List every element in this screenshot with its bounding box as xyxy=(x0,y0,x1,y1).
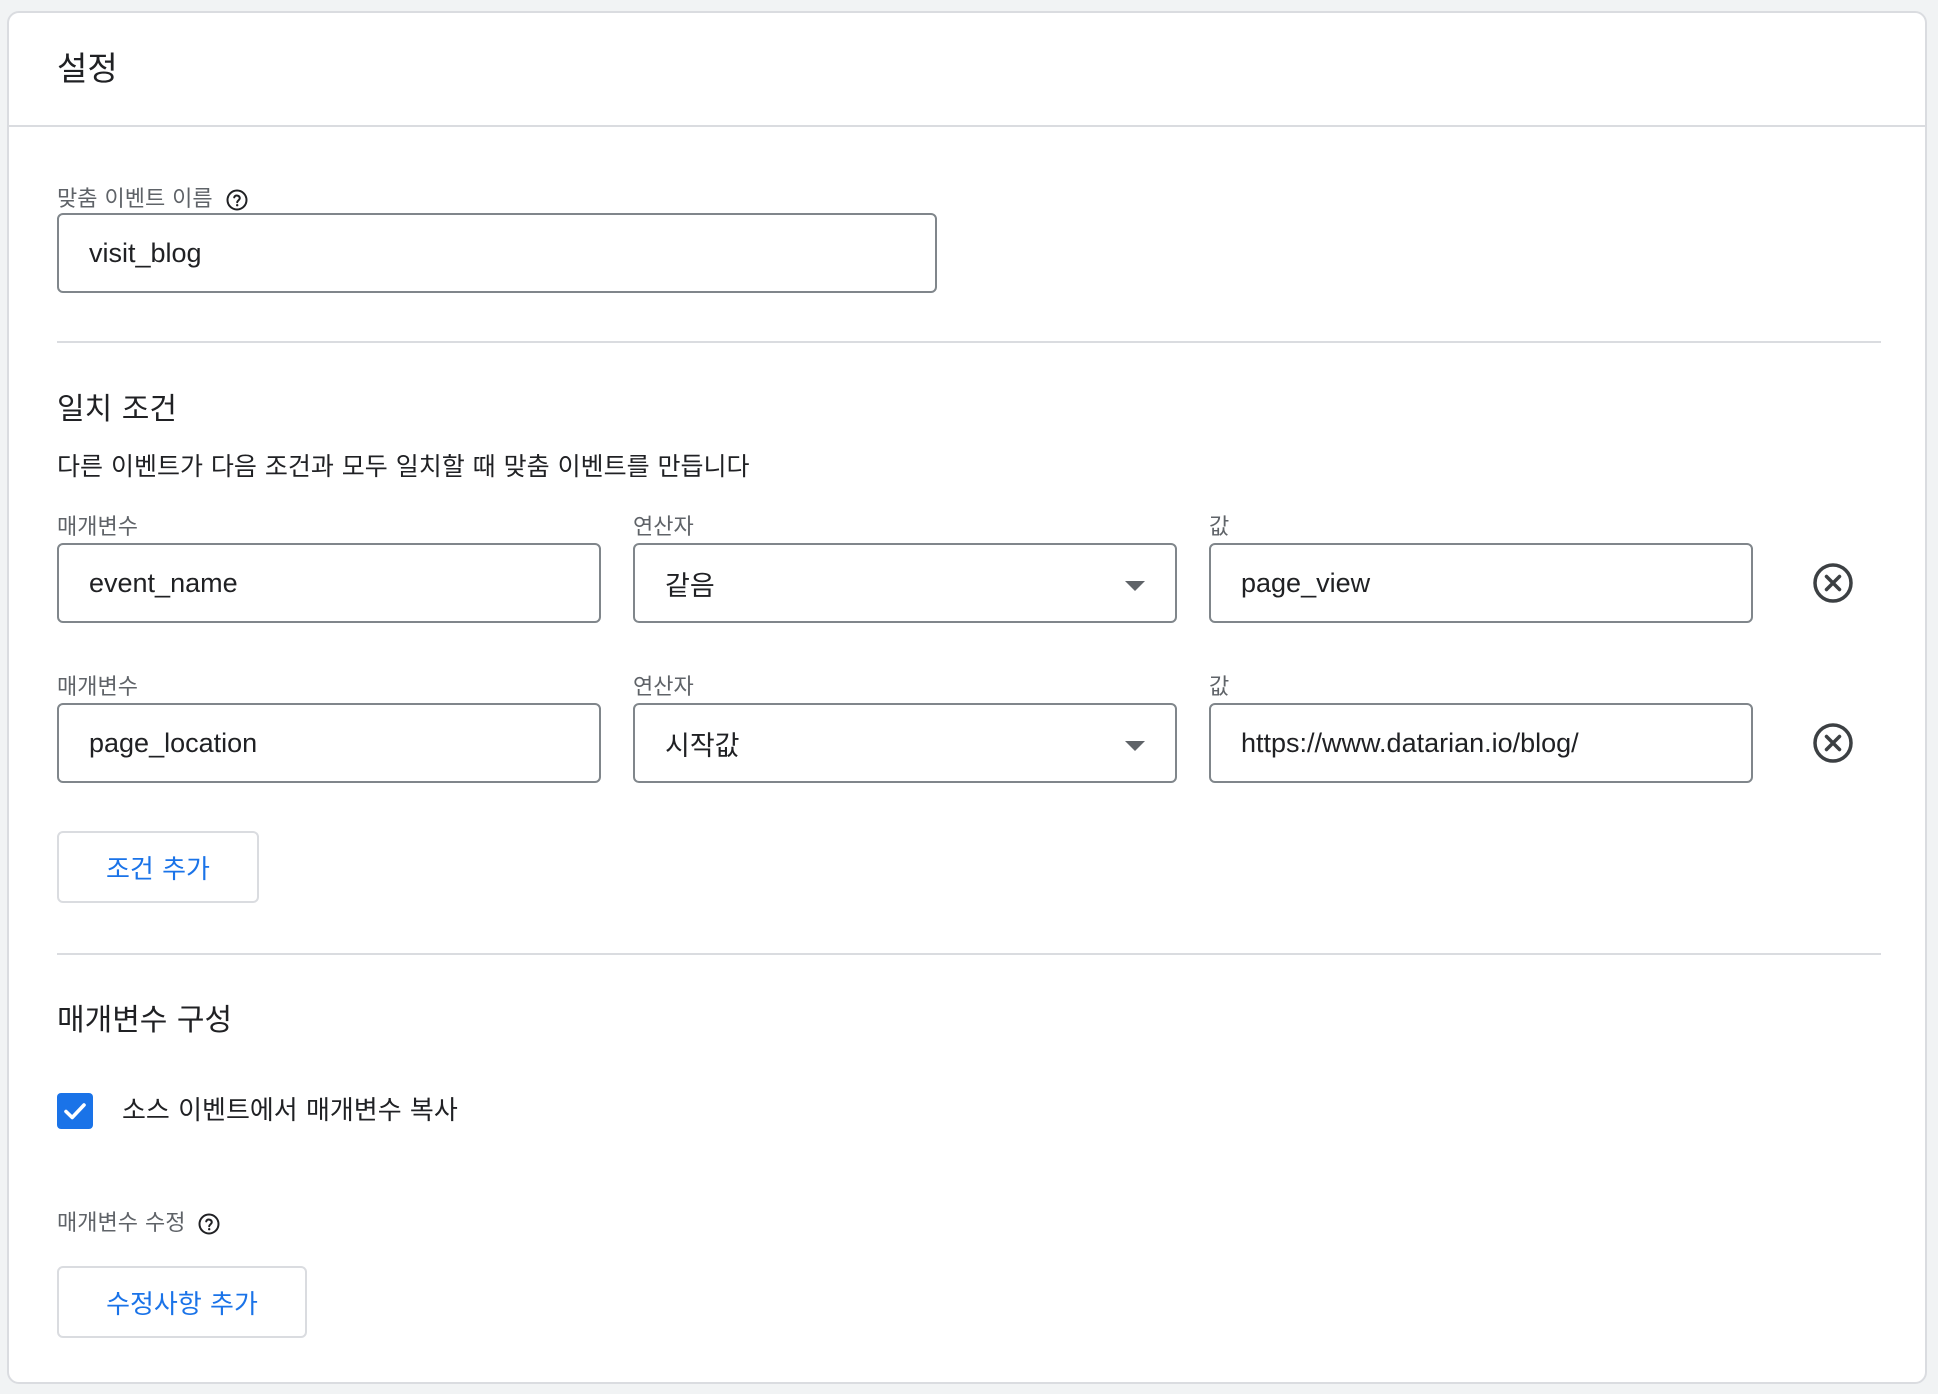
value-value: page_view xyxy=(1241,567,1371,598)
close-circle-icon[interactable] xyxy=(1811,721,1855,765)
parameter-value: page_location xyxy=(89,727,258,758)
value-field[interactable]: page_view xyxy=(1209,543,1753,623)
parameter-config-title: 매개변수 구성 xyxy=(57,1003,233,1038)
check-icon xyxy=(64,1103,86,1120)
copy-parameters-checkbox[interactable] xyxy=(57,1093,93,1129)
title-divider xyxy=(9,125,1925,127)
value-label: 값 xyxy=(1209,515,1230,540)
help-circle-icon[interactable] xyxy=(197,1212,221,1236)
parameter-value: event_name xyxy=(89,567,238,598)
operator-label: 연산자 xyxy=(633,675,694,700)
close-circle-icon[interactable] xyxy=(1811,561,1855,605)
value-label: 값 xyxy=(1209,675,1230,700)
add-condition-button[interactable]: 조건 추가 xyxy=(57,831,259,903)
modify-parameters-label-row: 매개변수 수정 xyxy=(57,1209,221,1239)
section-divider xyxy=(57,341,1881,343)
parameter-label: 매개변수 xyxy=(57,675,138,700)
copy-parameters-label: 소스 이벤트에서 매개변수 복사 xyxy=(122,1096,458,1126)
event-name-label: 맞춤 이벤트 이름 xyxy=(57,187,213,212)
operator-select[interactable]: 시작값 xyxy=(633,703,1177,783)
operator-label: 연산자 xyxy=(633,515,694,540)
event-name-field[interactable]: visit_blog xyxy=(57,213,937,293)
operator-value: 시작값 xyxy=(665,730,740,761)
dropdown-caret-icon xyxy=(1125,741,1145,751)
parameter-field[interactable]: page_location xyxy=(57,703,601,783)
settings-card: 설정 맞춤 이벤트 이름 visit_blog 일치 조건 다른 이벤트가 다음… xyxy=(7,11,1927,1384)
operator-value: 같음 xyxy=(665,570,715,601)
section-divider xyxy=(57,953,1881,955)
add-modification-button[interactable]: 수정사항 추가 xyxy=(57,1266,307,1338)
parameter-label: 매개변수 xyxy=(57,515,138,540)
dropdown-caret-icon xyxy=(1125,581,1145,591)
operator-select[interactable]: 같음 xyxy=(633,543,1177,623)
value-field[interactable]: https://www.datarian.io/blog/ xyxy=(1209,703,1753,783)
match-conditions-description: 다른 이벤트가 다음 조건과 모두 일치할 때 맞춤 이벤트를 만듭니다 xyxy=(57,452,750,481)
event-name-label-row: 맞춤 이벤트 이름 xyxy=(57,185,249,215)
value-value: https://www.datarian.io/blog/ xyxy=(1241,727,1579,758)
match-conditions-title: 일치 조건 xyxy=(57,392,177,427)
modify-parameters-label: 매개변수 수정 xyxy=(57,1211,186,1236)
event-name-value: visit_blog xyxy=(89,237,202,268)
parameter-field[interactable]: event_name xyxy=(57,543,601,623)
help-circle-icon[interactable] xyxy=(225,188,249,212)
card-title: 설정 xyxy=(57,49,118,88)
